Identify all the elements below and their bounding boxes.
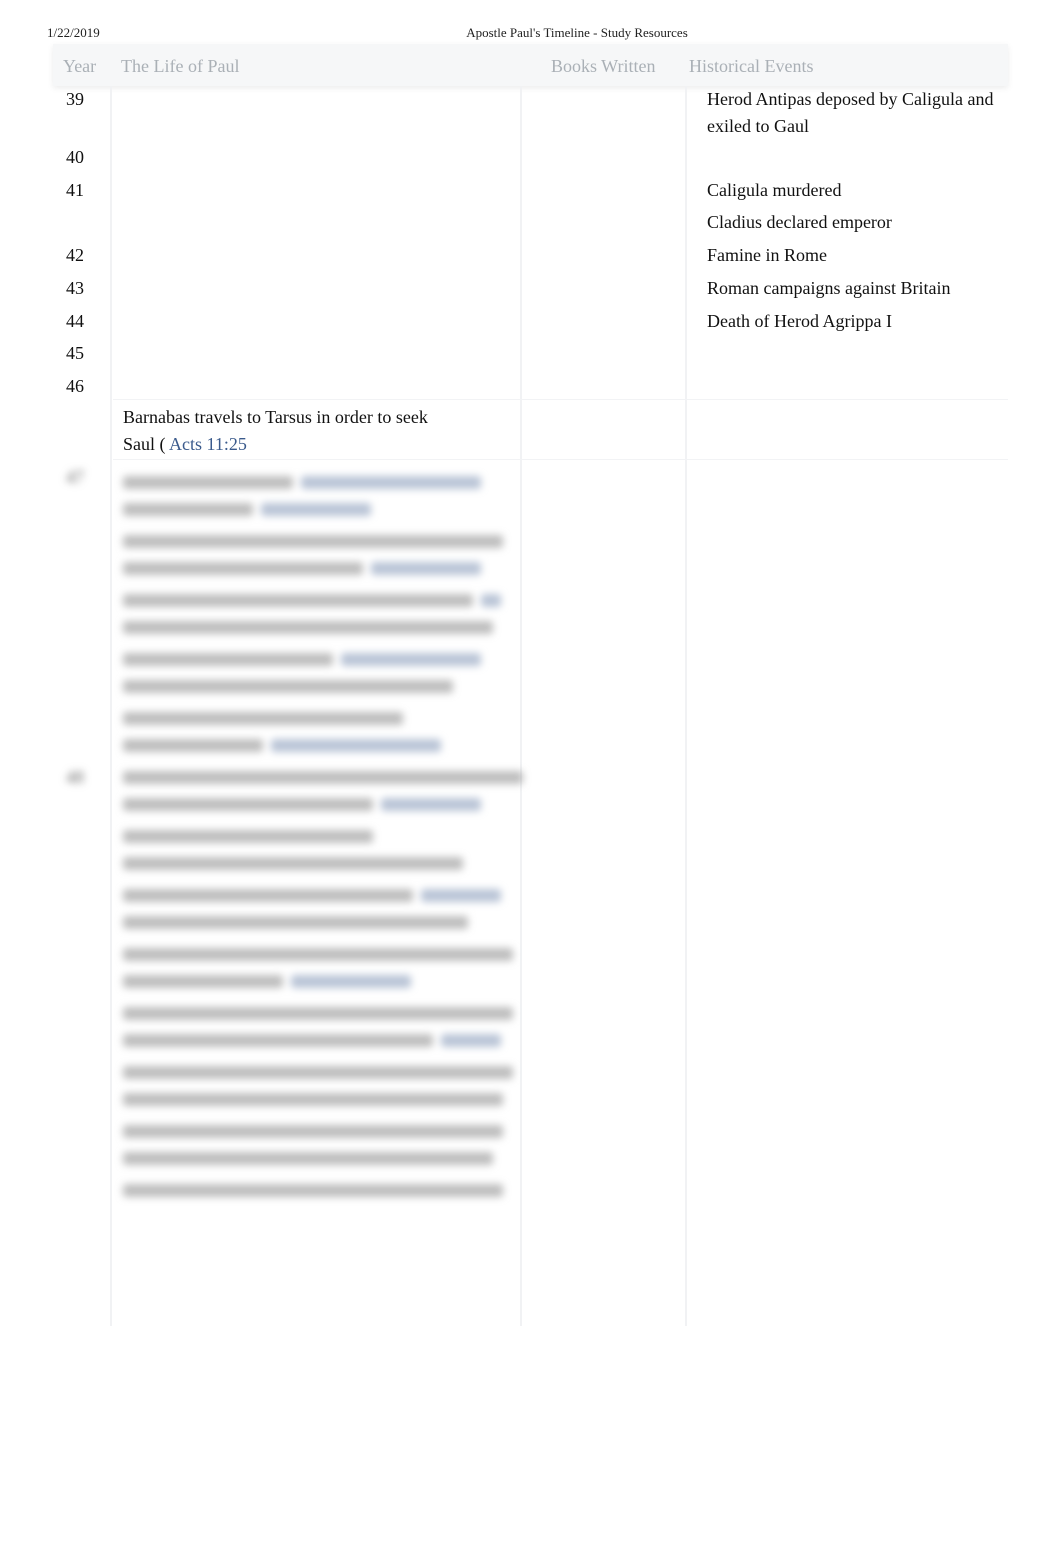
year-cell: 41: [66, 180, 84, 200]
blurred-line: [123, 830, 373, 843]
col-historical: Historical Events: [689, 56, 814, 76]
year-cell: 39: [66, 89, 84, 109]
blurred-line: [123, 889, 413, 902]
blurred-line: [123, 476, 293, 489]
col-life: The Life of Paul: [121, 56, 240, 76]
event-cell: Death of Herod Agrippa I: [707, 311, 892, 331]
year-cell: 46: [66, 376, 84, 396]
blurred-line: [123, 1034, 433, 1047]
blurred-line: [123, 916, 468, 929]
blurred-line: [123, 771, 523, 784]
blurred-line: [123, 712, 403, 725]
blurred-link: [441, 1034, 501, 1047]
event-cell: Cladius declared emperor: [707, 212, 892, 232]
blurred-line: [123, 739, 263, 752]
blurred-link: [371, 562, 481, 575]
blurred-line: [123, 535, 503, 548]
table-header: Year The Life of Paul Books Written Hist…: [53, 44, 1008, 86]
blurred-line: [123, 857, 463, 870]
blurred-link: [481, 594, 501, 607]
blurred-content: [123, 464, 543, 1284]
blurred-line: [123, 562, 363, 575]
blurred-line: [123, 1184, 503, 1197]
year-cell: 40: [66, 147, 84, 167]
blurred-line: [123, 503, 253, 516]
year-cell: 43: [66, 278, 84, 298]
blurred-line: [123, 1152, 493, 1165]
blurred-line: [123, 948, 513, 961]
page-title: Apostle Paul's Timeline - Study Resource…: [466, 25, 688, 40]
col-books: Books Written: [551, 56, 656, 76]
timeline-table: Year The Life of Paul Books Written Hist…: [53, 44, 1008, 1326]
blurred-line: [123, 1125, 503, 1138]
blurred-link: [291, 975, 411, 988]
blurred-line: [123, 653, 333, 666]
blurred-line: [123, 621, 493, 634]
scripture-link[interactable]: Acts 11:25: [169, 434, 247, 454]
blurred-link: [301, 476, 481, 489]
blurred-line: [123, 1093, 503, 1106]
blurred-link: [271, 739, 441, 752]
col-year: Year: [63, 56, 97, 76]
year-cell: 44: [66, 311, 84, 331]
life-entry: Barnabas travels to Tarsus in order to s…: [123, 404, 453, 458]
event-cell: Famine in Rome: [707, 245, 827, 265]
blurred-link: [421, 889, 501, 902]
year-cell-blurred: 48: [66, 767, 84, 787]
year-cell: 42: [66, 245, 84, 265]
blurred-link: [341, 653, 481, 666]
blurred-line: [123, 798, 373, 811]
year-cell: 45: [66, 343, 84, 363]
blurred-line: [123, 1007, 513, 1020]
blurred-line: [123, 594, 473, 607]
year-cell-blurred: 47: [66, 467, 84, 487]
event-cell: Herod Antipas deposed by Caligula and ex…: [707, 89, 994, 136]
blurred-line: [123, 975, 283, 988]
event-cell: Caligula murdered: [707, 180, 842, 200]
blurred-line: [123, 680, 453, 693]
blurred-line: [123, 1066, 513, 1079]
event-cell: Roman campaigns against Britain: [707, 278, 951, 298]
blurred-link: [261, 503, 371, 516]
blurred-link: [381, 798, 481, 811]
